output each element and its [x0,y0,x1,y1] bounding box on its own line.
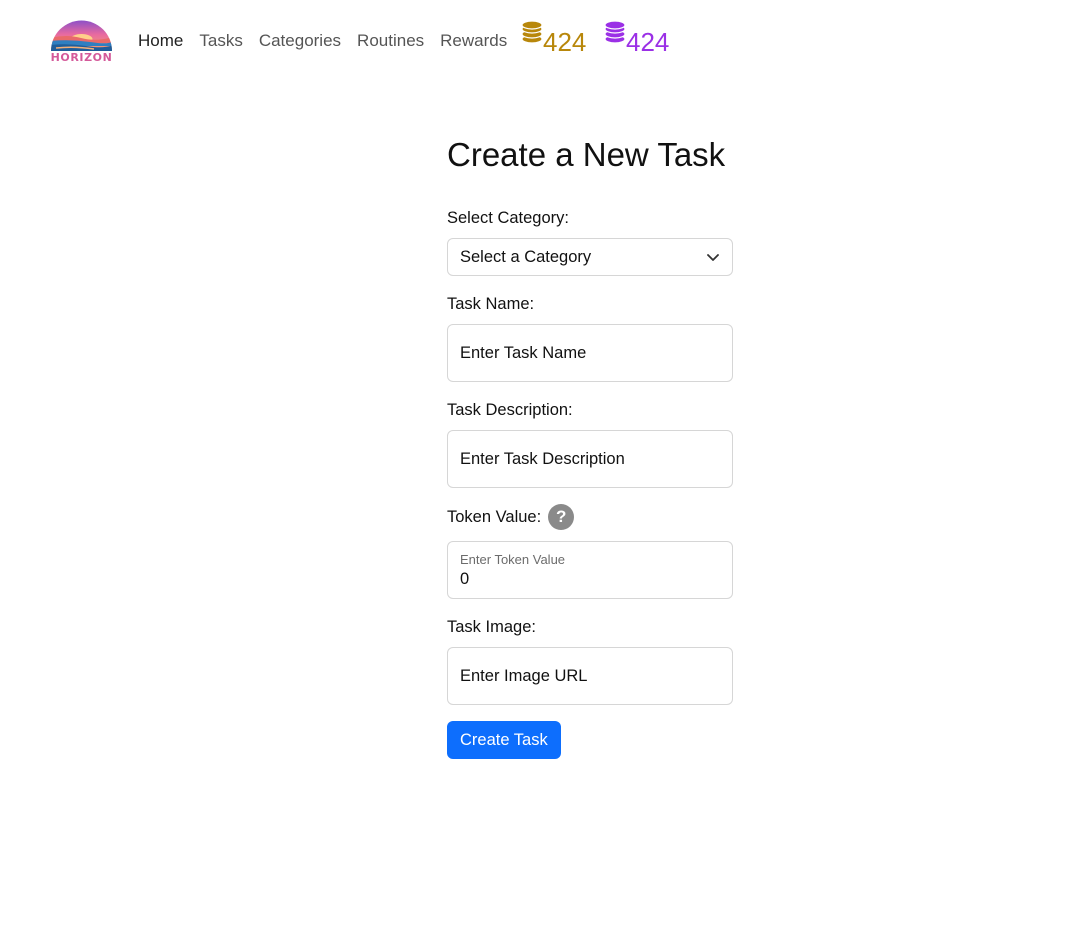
help-icon[interactable]: ? [548,504,575,530]
task-description-label: Task Description: [447,400,573,419]
sunset-logo-icon [51,20,112,51]
task-image-input[interactable] [447,647,733,705]
token-value-label-row: Token Value: ? [447,504,733,530]
token-value-floating-label: Enter Token Value [460,552,566,567]
category-label: Select Category: [447,208,569,227]
gold-coins-icon [521,20,543,44]
create-task-form: Create a New Task Select Category: Selec… [447,130,733,759]
token-value-value: 0 [460,570,470,588]
nav-routines-link[interactable]: Routines [357,31,424,51]
nav-categories-link[interactable]: Categories [259,31,341,51]
purple-token-amount: 424 [626,27,670,57]
navbar: HORIZON Home Tasks Categories Routines R… [0,0,1083,84]
category-selected-value: Select a Category [460,247,592,266]
gold-token-balance: 424 [521,20,586,55]
purple-token-balance: 424 [604,20,669,55]
token-value-input[interactable]: Enter Token Value 0 [447,541,733,599]
main-nav: Home Tasks Categories Routines Rewards [138,31,507,51]
brand-wordmark: HORIZON [50,51,113,64]
brand-logo[interactable]: HORIZON [50,20,113,64]
page-title: Create a New Task [447,136,726,173]
category-select[interactable]: Select a Category [447,238,733,276]
task-description-input[interactable] [447,430,733,488]
purple-coins-icon [604,20,626,44]
token-value-label: Token Value: [447,507,542,526]
nav-home-link[interactable]: Home [138,31,183,51]
task-image-label: Task Image: [447,617,536,636]
nav-tasks-link[interactable]: Tasks [199,31,242,51]
task-name-input[interactable] [447,324,733,382]
create-task-button[interactable]: Create Task [447,721,561,759]
nav-rewards-link[interactable]: Rewards [440,31,507,51]
task-name-label: Task Name: [447,294,535,313]
gold-token-amount: 424 [543,27,587,57]
chevron-down-icon [707,254,719,261]
